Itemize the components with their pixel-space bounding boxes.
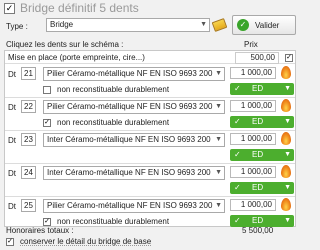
valider-label: Valider	[255, 21, 280, 30]
tooth-price[interactable]: 1 000,00	[230, 166, 276, 178]
tooth-price[interactable]: 1 000,00	[230, 67, 276, 79]
acte-select[interactable]: Inter Céramo-métallique NF EN ISO 9693 2…	[43, 166, 225, 180]
status-badge[interactable]: ✓ ED ▼	[230, 83, 294, 95]
acte-select-value: Pilier Céramo-métallique NF EN ISO 9693 …	[47, 69, 213, 78]
checkmark-icon: ✓	[234, 216, 241, 225]
type-select[interactable]: Bridge ▼	[46, 18, 210, 32]
tooth-price[interactable]: 1 000,00	[230, 199, 276, 211]
status-badge[interactable]: ✓ ED ▼	[230, 149, 294, 161]
chevron-down-icon: ▼	[284, 151, 291, 158]
checkmark-icon: ✓	[234, 84, 241, 93]
tooth-row-24: Dt 24 Inter Céramo-métallique NF EN ISO …	[5, 164, 295, 197]
acte-select-value: Pilier Céramo-métallique NF EN ISO 9693 …	[47, 102, 213, 111]
flame-icon[interactable]	[281, 198, 291, 211]
tooth-row-21: Dt 21 Pilier Céramo-métallique NF EN ISO…	[5, 65, 295, 98]
tooth-dt-label: Dt	[8, 202, 16, 211]
price-column-header: Prix	[244, 40, 258, 49]
mise-en-place-price[interactable]: 500,00	[235, 52, 279, 64]
tooth-dt-label: Dt	[8, 103, 16, 112]
bridge-window: ✓ Bridge définitif 5 dents Type : Bridge…	[0, 0, 300, 250]
non-reconstituable-label: non reconstituable durablement	[57, 118, 170, 127]
non-reconstituable-checkbox[interactable]: ✓	[43, 218, 51, 226]
chevron-down-icon: ▼	[215, 136, 222, 143]
non-reconstituable-label: non reconstituable durablement	[57, 217, 170, 226]
checkmark-icon: ✓	[234, 183, 241, 192]
honoraires-total: 5 500,00	[242, 226, 274, 235]
conserver-checkbox[interactable]: ✓	[6, 238, 14, 246]
non-reconstituable-label: non reconstituable durablement	[57, 85, 170, 94]
chevron-down-icon: ▼	[284, 217, 291, 224]
mise-en-place-row: Mise en place (porte empreinte, cire...)…	[5, 51, 295, 64]
tooth-number[interactable]: 22	[21, 100, 36, 113]
type-select-value: Bridge	[50, 20, 74, 29]
status-label: ED	[252, 117, 264, 126]
tooth-number[interactable]: 21	[21, 67, 36, 80]
chevron-down-icon: ▼	[200, 21, 207, 28]
status-label: ED	[252, 84, 264, 93]
non-reconstituable-checkbox[interactable]: ✓	[43, 119, 51, 127]
acte-select[interactable]: Pilier Céramo-métallique NF EN ISO 9693 …	[43, 199, 225, 213]
acte-select-value: Pilier Céramo-métallique NF EN ISO 9693 …	[47, 201, 213, 210]
checkmark-icon: ✓	[234, 150, 241, 159]
chevron-down-icon: ▼	[215, 202, 222, 209]
acte-select[interactable]: Inter Céramo-métallique NF EN ISO 9693 2…	[43, 133, 225, 147]
flame-icon[interactable]	[281, 132, 291, 145]
window-title: Bridge définitif 5 dents	[20, 1, 139, 15]
tooth-row-23: Dt 23 Inter Céramo-métallique NF EN ISO …	[5, 131, 295, 164]
mise-en-place-label: Mise en place (porte empreinte, cire...)	[8, 53, 145, 62]
valider-button[interactable]: ✓ Valider	[232, 15, 296, 35]
tooth-price[interactable]: 1 000,00	[230, 133, 276, 145]
acte-select-value: Inter Céramo-métallique NF EN ISO 9693 2…	[47, 168, 211, 177]
tooth-number[interactable]: 25	[21, 199, 36, 212]
instructions-text: Cliquez les dents sur le schéma :	[6, 40, 124, 49]
non-reconstituable-checkbox[interactable]	[43, 86, 51, 94]
status-label: ED	[252, 150, 264, 159]
chevron-down-icon: ▼	[284, 184, 291, 191]
chevron-down-icon: ▼	[215, 70, 222, 77]
tooth-number[interactable]: 23	[21, 133, 36, 146]
tooth-dt-label: Dt	[8, 169, 16, 178]
honoraires-label: Honoraires totaux :	[6, 226, 74, 235]
chevron-down-icon: ▼	[284, 118, 291, 125]
checkmark-icon: ✓	[237, 19, 249, 31]
acte-select-value: Inter Céramo-métallique NF EN ISO 9693 2…	[47, 135, 211, 144]
acts-panel: Mise en place (porte empreinte, cire...)…	[4, 50, 296, 227]
eraser-icon[interactable]	[211, 18, 228, 32]
conserver-label[interactable]: conserver le détail du bridge de base	[20, 237, 151, 246]
acte-select[interactable]: Pilier Céramo-métallique NF EN ISO 9693 …	[43, 67, 225, 81]
chevron-down-icon: ▼	[215, 169, 222, 176]
checkmark-icon: ✓	[234, 117, 241, 126]
chevron-down-icon: ▼	[215, 103, 222, 110]
flame-icon[interactable]	[281, 165, 291, 178]
chevron-down-icon: ▼	[284, 85, 291, 92]
status-badge[interactable]: ✓ ED ▼	[230, 182, 294, 194]
acte-select[interactable]: Pilier Céramo-métallique NF EN ISO 9693 …	[43, 100, 225, 114]
mise-en-place-checkbox[interactable]: ✓	[285, 54, 293, 62]
status-badge[interactable]: ✓ ED ▼	[230, 116, 294, 128]
tooth-row-22: Dt 22 Pilier Céramo-métallique NF EN ISO…	[5, 98, 295, 131]
flame-icon[interactable]	[281, 66, 291, 79]
tooth-number[interactable]: 24	[21, 166, 36, 179]
status-label: ED	[252, 183, 264, 192]
type-label: Type :	[6, 22, 28, 31]
tooth-dt-label: Dt	[8, 136, 16, 145]
tooth-dt-label: Dt	[8, 70, 16, 79]
tooth-price[interactable]: 1 000,00	[230, 100, 276, 112]
flame-icon[interactable]	[281, 99, 291, 112]
title-checkbox[interactable]: ✓	[4, 3, 15, 14]
